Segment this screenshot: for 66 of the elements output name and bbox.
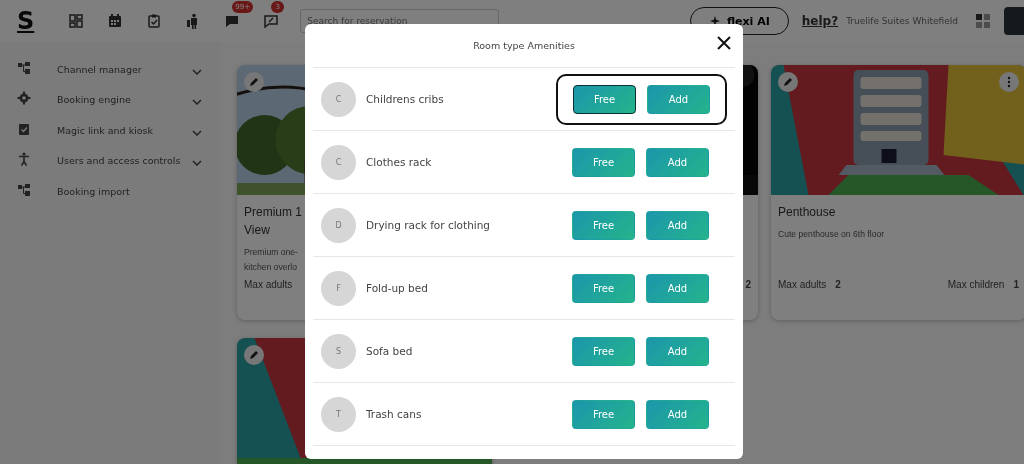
kebab-icon	[1007, 76, 1011, 88]
sidebar-item[interactable]: Booking import	[57, 185, 192, 197]
avatar-initial: C	[321, 144, 356, 180]
close-icon	[717, 36, 731, 50]
amenity-name: Drying rack for clothing	[366, 219, 492, 231]
person-icon	[17, 152, 31, 167]
amenity-name: Sofa bed	[366, 345, 414, 357]
avatar-initial: C	[321, 81, 356, 117]
chevron-down-icon[interactable]	[192, 160, 202, 167]
room-description: Cute penthouse on 6th floor	[778, 228, 885, 241]
close-button[interactable]	[715, 34, 733, 52]
sidebar-item[interactable]: Users and access controls	[57, 155, 192, 167]
amenity-button[interactable]: Free	[572, 147, 635, 177]
pencil-icon	[249, 77, 259, 87]
amenity-name: Trash cans	[366, 408, 423, 420]
chat-icon[interactable]	[223, 13, 240, 29]
calendar-icon[interactable]	[106, 13, 123, 29]
amenity-button[interactable]: Free	[572, 273, 635, 303]
room-title: Penthouse	[778, 204, 836, 221]
clipboard-check-icon[interactable]	[145, 13, 162, 29]
hierarchy-icon	[17, 60, 31, 75]
amenity-button[interactable]: Add	[646, 273, 709, 303]
stat-label: Max children	[947, 279, 1005, 290]
avatar-initial: T	[321, 396, 356, 432]
amenity-name: Fold-up bed	[366, 282, 429, 294]
chevron-down-icon[interactable]	[192, 68, 202, 75]
amenity-button[interactable]: Add	[646, 399, 709, 429]
property-name: Truelife Suites Whitefield	[846, 16, 958, 26]
stat-value: 2	[745, 279, 751, 290]
grid-icon[interactable]	[976, 14, 990, 28]
message-edit-icon[interactable]	[262, 13, 279, 29]
amenity-button[interactable]: Add	[646, 147, 709, 177]
amenity-name: Childrens cribs	[366, 93, 445, 105]
pencil-icon	[249, 350, 259, 360]
stat-value: 1	[1013, 279, 1019, 290]
dashboard-icon[interactable]	[67, 13, 84, 29]
app-logo[interactable]: S	[17, 7, 35, 35]
room-description: kitchen overlo	[244, 261, 298, 274]
room-title: Premium 1	[244, 204, 302, 221]
clipboard-check-icon	[17, 121, 31, 136]
amenity-button[interactable]: Add	[646, 336, 709, 366]
dialog-title: Room type Amenities	[473, 40, 575, 51]
avatar-initial: F	[321, 270, 356, 306]
room-title: View	[244, 222, 270, 239]
amenity-button[interactable]: Free	[572, 336, 635, 366]
amenity-button[interactable]: Free	[573, 84, 636, 114]
pencil-icon	[783, 77, 793, 87]
avatar-initial: S	[321, 333, 356, 369]
sidebar-item[interactable]: Booking engine	[57, 94, 192, 106]
sidebar-item[interactable]: Channel manager	[57, 63, 192, 75]
amenity-button[interactable]: Add	[647, 84, 710, 114]
help-link[interactable]: help?	[801, 14, 839, 28]
gear-icon	[17, 91, 31, 106]
stat-value: 2	[835, 279, 841, 290]
amenity-button[interactable]: Add	[646, 210, 709, 240]
amenity-button[interactable]: Free	[572, 399, 635, 429]
amenity-button[interactable]: Free	[572, 210, 635, 240]
hierarchy-icon	[17, 182, 31, 197]
avatar-initial: D	[321, 207, 356, 243]
stat-label: Max adults	[778, 279, 827, 290]
stat-label: Max adults	[244, 279, 293, 290]
sidebar-item[interactable]: Magic link and kiosk	[57, 124, 192, 136]
chevron-down-icon[interactable]	[192, 99, 202, 106]
room-description: Premium one-	[244, 246, 298, 259]
chevron-down-icon[interactable]	[192, 129, 202, 136]
amenity-name: Clothes rack	[366, 156, 433, 168]
